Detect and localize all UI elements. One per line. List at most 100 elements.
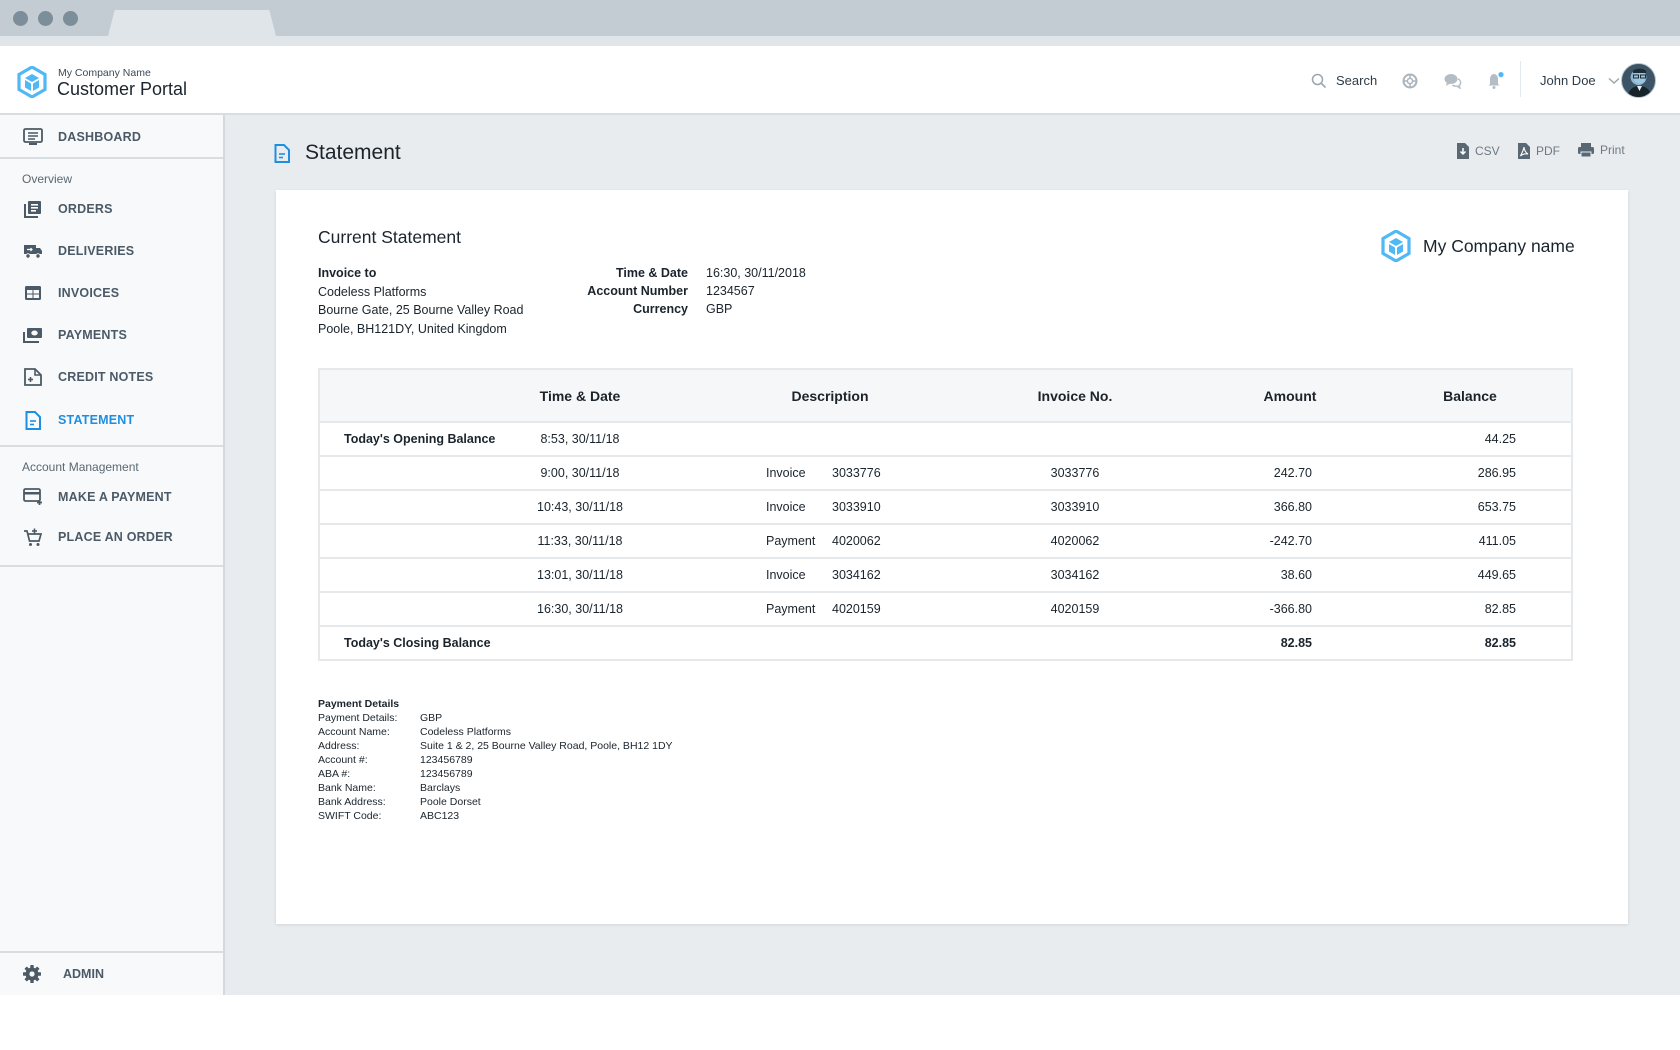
- page-title: Statement: [305, 141, 401, 164]
- sidebar-item-label: PAYMENTS: [58, 328, 127, 342]
- sidebar-item-orders[interactable]: ORDERS: [0, 192, 223, 226]
- cell-description-type: Payment: [766, 602, 816, 616]
- detail-value: 123456789: [420, 754, 473, 766]
- cell-invoice-no: 3033910: [1050, 500, 1100, 514]
- address-line: Codeless Platforms: [318, 284, 427, 299]
- sidebar-item-credit-notes[interactable]: CREDIT NOTES: [0, 360, 223, 394]
- payment-details-heading: Payment Details: [318, 698, 400, 710]
- export-pdf-button[interactable]: PDF: [1517, 142, 1560, 160]
- sidebar-item-place-an-order[interactable]: PLACE AN ORDER: [0, 520, 223, 554]
- cell-amount: 242.70: [1273, 466, 1312, 480]
- cell-amount: -242.70: [1269, 534, 1312, 548]
- window-close-dot[interactable]: [13, 11, 28, 26]
- cell-balance: 286.95: [1477, 466, 1516, 480]
- cell-time: 8:53, 30/11/18: [540, 432, 620, 446]
- cell-description-ref: 3033910: [832, 500, 881, 514]
- detail-value: Codeless Platforms: [420, 726, 512, 738]
- table-row[interactable]: 10:43, 30/11/18 Invoice 3033910 3033910 …: [320, 489, 1571, 523]
- sidebar-item-label: DELIVERIES: [58, 244, 135, 258]
- user-menu[interactable]: John Doe: [1540, 46, 1620, 115]
- credit-note-icon: [22, 366, 44, 388]
- notification-dot: [1498, 71, 1504, 77]
- support-button[interactable]: [1402, 46, 1418, 115]
- window-minimize-dot[interactable]: [38, 11, 53, 26]
- sidebar-item-deliveries[interactable]: DELIVERIES: [0, 234, 223, 268]
- payment-detail-row: Address: Suite 1 & 2, 25 Bourne Valley Ro…: [318, 739, 673, 753]
- column-header-invoice-no: Invoice No.: [1037, 387, 1113, 404]
- detail-key: SWIFT Code:: [318, 810, 382, 822]
- sidebar-item-payments[interactable]: PAYMENTS: [0, 318, 223, 352]
- cell-balance: 449.65: [1477, 568, 1516, 582]
- export-csv-button[interactable]: CSV: [1456, 142, 1500, 160]
- chat-icon: [1444, 73, 1462, 89]
- avatar-photo: [1627, 68, 1652, 97]
- sidebar-item-invoices[interactable]: INVOICES: [0, 276, 223, 310]
- sidebar-item-statement[interactable]: STATEMENT: [0, 403, 223, 437]
- invoice-to-block: Invoice to Codeless Platforms Bourne Gat…: [318, 264, 523, 338]
- browser-titlebar: [0, 0, 1680, 36]
- search-button[interactable]: Search: [1311, 46, 1377, 115]
- cell-amount: -366.80: [1269, 602, 1312, 616]
- statement-meta-values: 16:30, 30/11/2018 1234567 GBP: [706, 264, 806, 318]
- sidebar-divider: [0, 445, 223, 447]
- detail-value: Poole Dorset: [420, 796, 481, 808]
- table-row[interactable]: 9:00, 30/11/18 Invoice 3033776 3033776 2…: [320, 455, 1571, 489]
- sidebar-item-make-a-payment[interactable]: MAKE A PAYMENT: [0, 480, 223, 514]
- pdf-label: PDF: [1536, 144, 1560, 158]
- browser-tab[interactable]: [108, 10, 276, 36]
- sidebar-item-label: MAKE A PAYMENT: [58, 490, 172, 504]
- card-add-icon: [22, 486, 44, 508]
- printer-icon: [1578, 143, 1594, 158]
- table-row[interactable]: 11:33, 30/11/18 Payment 4020062 4020062 …: [320, 523, 1571, 557]
- statement-title: Current Statement: [318, 227, 461, 247]
- print-label: Print: [1600, 143, 1625, 157]
- cell-description-type: Invoice: [766, 466, 806, 480]
- cube-logo-icon[interactable]: [17, 66, 47, 98]
- cell-balance: 82.85: [1484, 602, 1516, 616]
- cell-invoice-no: 3034162: [1050, 568, 1100, 582]
- payment-details: Payment Details Payment Details: GBP Acco…: [318, 697, 673, 823]
- detail-value: Barclays: [420, 782, 461, 794]
- sidebar-item-label: CREDIT NOTES: [58, 370, 154, 384]
- detail-value: 123456789: [420, 768, 473, 780]
- detail-key: Account Name:: [318, 726, 390, 738]
- detail-value: Suite 1 & 2, 25 Bourne Valley Road, Pool…: [420, 740, 673, 752]
- detail-key: Bank Name:: [318, 782, 376, 794]
- cell-balance: 411.05: [1478, 534, 1516, 548]
- statement-icon: [274, 144, 290, 163]
- cell-time: 11:33, 30/11/18: [537, 534, 623, 548]
- cell-invoice-no: 3033776: [1050, 466, 1100, 480]
- invoice-to-label: Invoice to: [318, 266, 377, 280]
- payment-detail-row: Account Name: Codeless Platforms: [318, 725, 673, 739]
- cell-invoice-no: 4020062: [1050, 534, 1100, 548]
- window-maximize-dot[interactable]: [63, 11, 78, 26]
- header-divider: [1520, 61, 1521, 97]
- cell-balance: 44.25: [1484, 432, 1516, 446]
- detail-value: GBP: [420, 712, 443, 724]
- avatar[interactable]: [1621, 63, 1656, 98]
- search-icon: [1311, 73, 1327, 88]
- csv-file-icon: [1457, 143, 1469, 159]
- chat-button[interactable]: [1444, 46, 1462, 115]
- table-row[interactable]: 16:30, 30/11/18 Payment 4020159 4020159 …: [320, 591, 1571, 625]
- cube-logo-icon: [1381, 230, 1411, 262]
- sidebar-item-dashboard[interactable]: DASHBOARD: [0, 117, 223, 157]
- sidebar-item-label: DASHBOARD: [58, 130, 142, 144]
- sidebar-item-label: ORDERS: [58, 202, 113, 216]
- column-header-amount: Amount: [1263, 387, 1317, 404]
- detail-key: Bank Address:: [318, 796, 386, 808]
- chevron-down-icon: [1608, 77, 1620, 84]
- print-button[interactable]: Print: [1577, 142, 1625, 158]
- pdf-file-icon: [1518, 143, 1530, 159]
- table-row[interactable]: 13:01, 30/11/18 Invoice 3034162 3034162 …: [320, 557, 1571, 591]
- notifications-button[interactable]: [1486, 46, 1504, 115]
- sidebar-item-label: ADMIN: [63, 967, 104, 981]
- sidebar-item-admin[interactable]: ADMIN: [0, 953, 223, 995]
- sidebar-section-overview: Overview: [22, 172, 73, 186]
- company-name-small: My Company Name: [58, 67, 151, 79]
- payment-detail-row: Bank Name: Barclays: [318, 781, 673, 795]
- cell-amount: 366.80: [1273, 500, 1312, 514]
- app-header: My Company Name Customer Portal Search J…: [0, 46, 1680, 115]
- sidebar-divider: [0, 565, 223, 567]
- sidebar-item-label: STATEMENT: [58, 413, 135, 427]
